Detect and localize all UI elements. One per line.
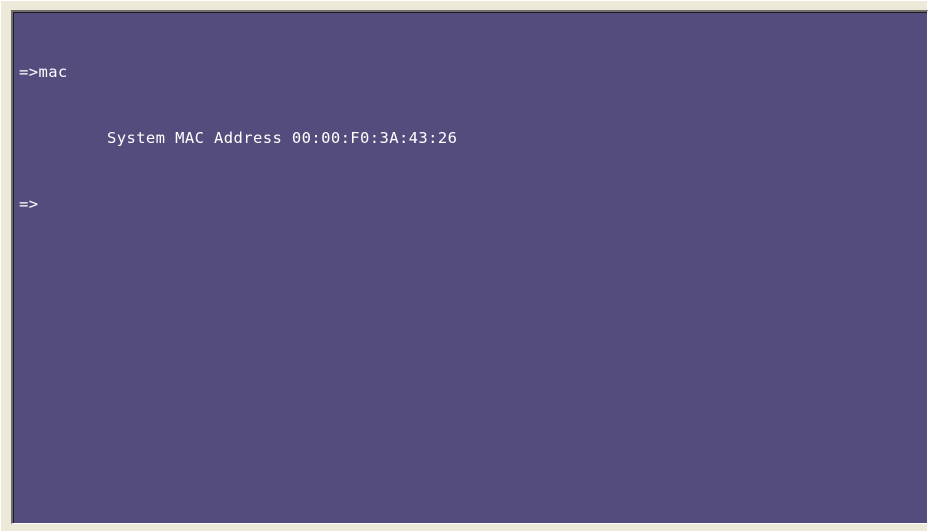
current-prompt-line[interactable]: =>: [19, 193, 923, 215]
output-line: System MAC Address 00:00:F0:3A:43:26: [19, 127, 923, 149]
mac-output-text: System MAC Address 00:00:F0:3A:43:26: [107, 129, 458, 147]
prompt: =>: [19, 195, 39, 213]
command-line: =>mac: [19, 61, 923, 83]
terminal-screen[interactable]: =>mac System MAC Address 00:00:F0:3A:43:…: [19, 17, 923, 519]
terminal-border: =>mac System MAC Address 00:00:F0:3A:43:…: [11, 10, 928, 524]
telnet-window: =>mac System MAC Address 00:00:F0:3A:43:…: [0, 0, 928, 532]
terminal-inner: =>mac System MAC Address 00:00:F0:3A:43:…: [13, 12, 927, 523]
prompt: =>: [19, 63, 39, 81]
command-text: mac: [38, 63, 68, 81]
